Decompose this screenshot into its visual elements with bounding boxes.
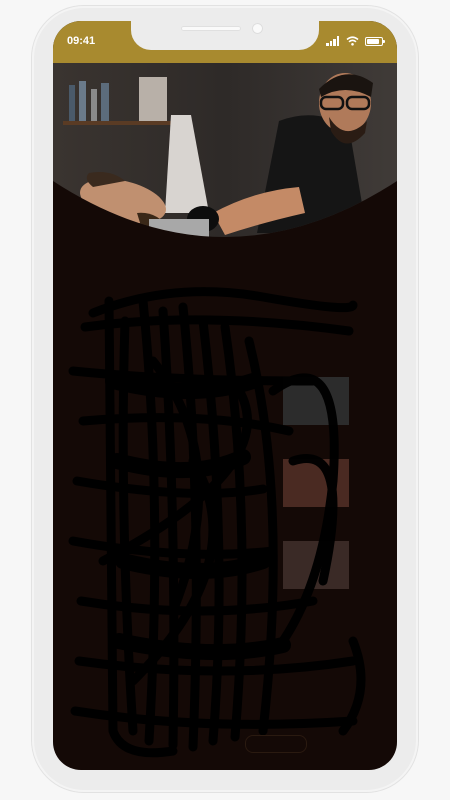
status-bar: 09:41 [53, 21, 397, 63]
wifi-icon [346, 36, 359, 46]
scribble-overlay [68, 287, 366, 758]
signal-icon [326, 36, 340, 46]
speaker-grille [181, 26, 241, 31]
app-screen: 09:41 [53, 21, 397, 770]
battery-level [367, 38, 379, 44]
status-icons [326, 35, 385, 47]
footer-element [245, 735, 307, 753]
front-camera [252, 23, 263, 34]
hero-photo [53, 63, 397, 253]
status-time: 09:41 [67, 35, 96, 47]
phone-notch [131, 21, 319, 50]
battery-icon [365, 36, 385, 46]
obscured-content [53, 261, 397, 770]
